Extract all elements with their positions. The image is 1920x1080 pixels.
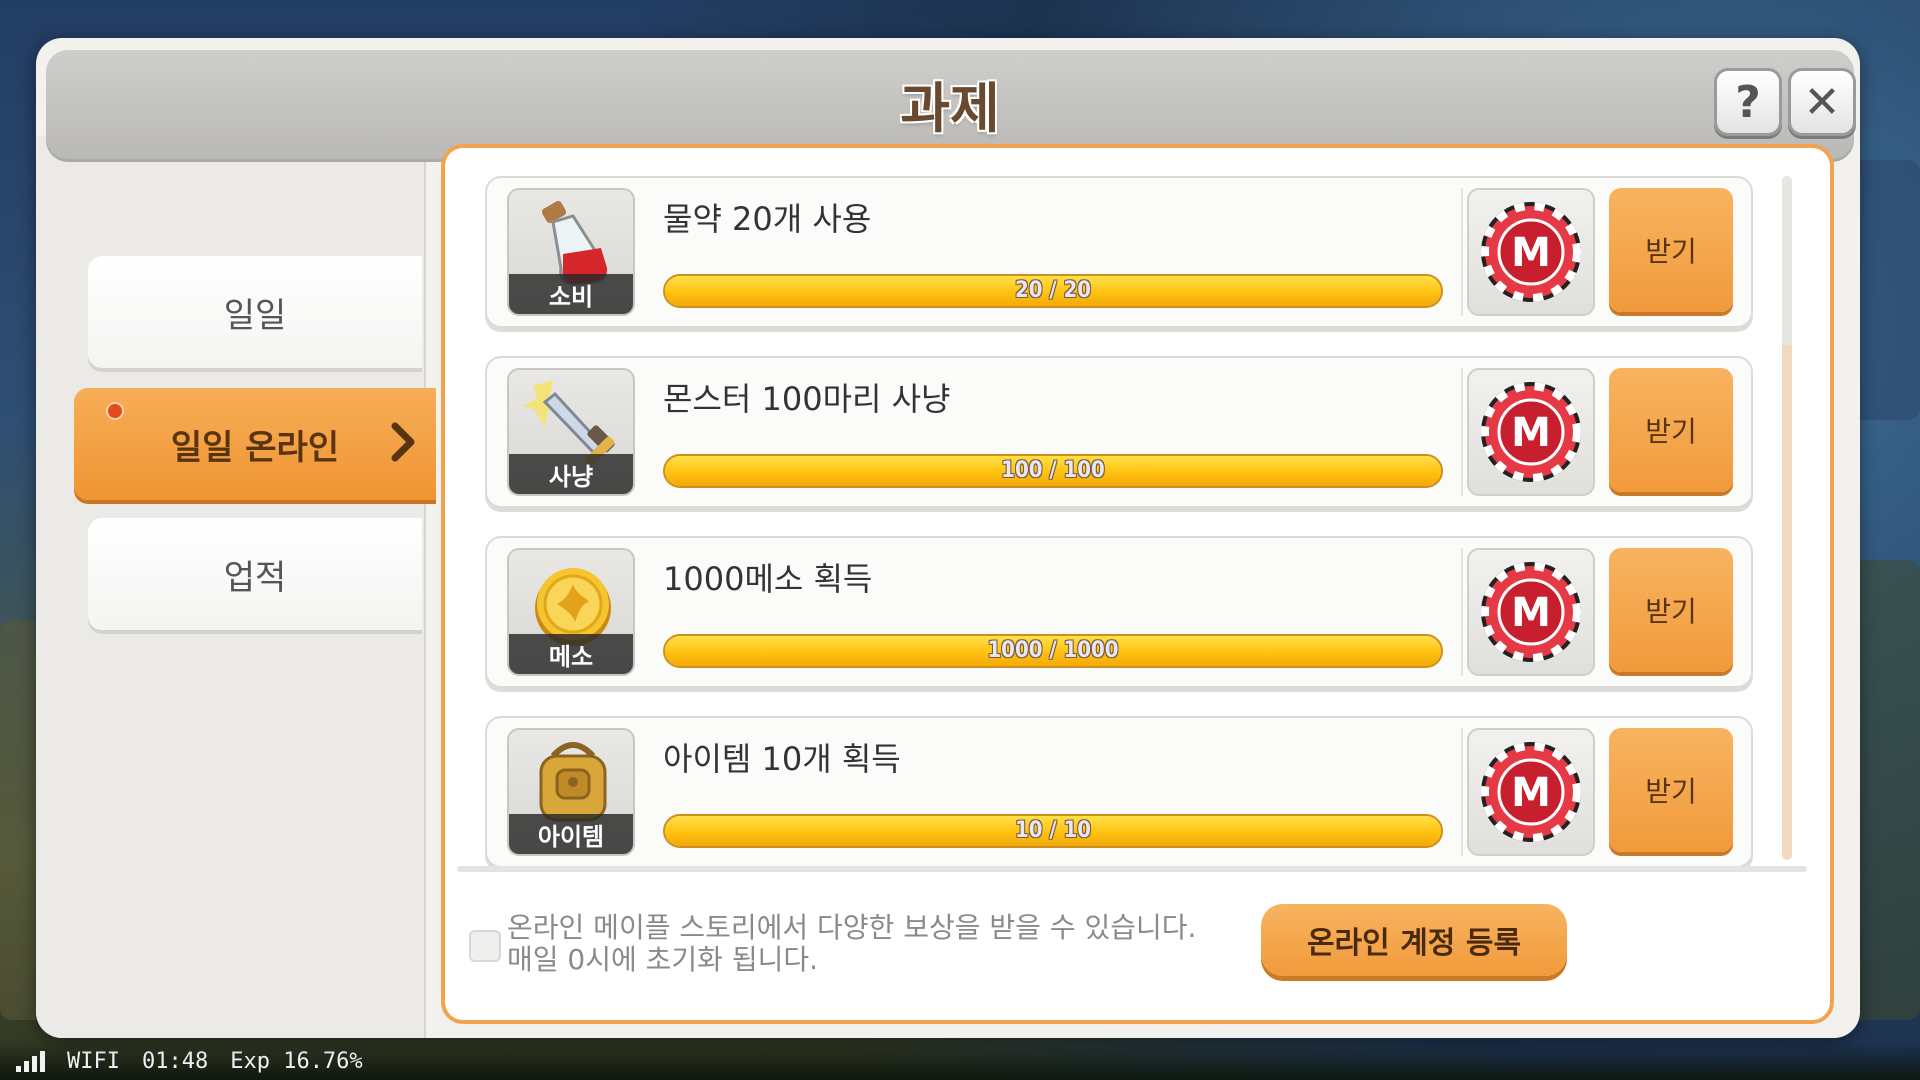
- tab-label: 업적: [223, 557, 287, 598]
- network-label: WIFI: [67, 1048, 120, 1074]
- quest-list[interactable]: 소비 물약 20개 사용 20 / 20 M 받기 사냥 몬스터 100마리 사…: [485, 176, 1753, 871]
- quest-dialog: 일일 일일 온라인 업적 과제 ? ✕ 소비 물약 20개 사용 20 / 20…: [36, 38, 1860, 1038]
- reward-box: M: [1467, 728, 1595, 856]
- quest-category: 사냥: [509, 454, 633, 494]
- meso-chip-icon: M: [1481, 562, 1581, 662]
- svg-text:M: M: [1511, 590, 1551, 636]
- divider: [1461, 728, 1463, 856]
- chevron-right-icon: [391, 422, 415, 462]
- register-label: 온라인 계정 등록: [1306, 926, 1522, 961]
- claim-label: 받기: [1645, 775, 1697, 808]
- quest-icon-box: 소비: [507, 188, 635, 316]
- quest-title: 1000메소 획득: [663, 560, 873, 598]
- progress-text: 100 / 100: [1001, 458, 1105, 483]
- quest-category: 소비: [509, 274, 633, 314]
- quest-row: 메소 1000메소 획득 1000 / 1000 M 받기: [485, 536, 1753, 688]
- quest-progress-bar: 20 / 20: [663, 274, 1443, 308]
- quest-row: 소비 물약 20개 사용 20 / 20 M 받기: [485, 176, 1753, 328]
- svg-text:M: M: [1511, 410, 1551, 456]
- scrollbar-thumb[interactable]: [1782, 176, 1792, 346]
- quest-icon-box: 메소: [507, 548, 635, 676]
- exp-readout: Exp 16.76%: [230, 1048, 363, 1074]
- quest-progress-bar: 100 / 100: [663, 454, 1443, 488]
- help-button[interactable]: ?: [1714, 68, 1782, 136]
- footer-info-line: 매일 0시에 초기화 됩니다.: [507, 943, 819, 976]
- signal-icon: [16, 1050, 45, 1072]
- divider: [1461, 188, 1463, 316]
- claim-button[interactable]: 받기: [1609, 368, 1733, 492]
- dialog-title: 과제: [900, 77, 1000, 140]
- quest-title: 아이템 10개 획득: [663, 740, 901, 778]
- quest-progress-bar: 10 / 10: [663, 814, 1443, 848]
- claim-button[interactable]: 받기: [1609, 728, 1733, 852]
- meso-chip-icon: M: [1481, 742, 1581, 842]
- claim-label: 받기: [1645, 595, 1697, 628]
- sword-icon: [523, 380, 615, 466]
- divider: [1461, 368, 1463, 496]
- quest-title: 몬스터 100마리 사냥: [663, 380, 951, 418]
- progress-text: 20 / 20: [1014, 278, 1092, 303]
- sidebar: 일일 일일 온라인 업적: [36, 136, 436, 1038]
- close-icon: ✕: [1803, 76, 1841, 128]
- scrollbar[interactable]: [1782, 176, 1792, 860]
- tab-achievements[interactable]: 업적: [88, 518, 422, 630]
- quest-icon-box: 사냥: [507, 368, 635, 496]
- clock: 01:48: [141, 1048, 209, 1074]
- divider: [457, 866, 1807, 872]
- tab-label: 일일 온라인: [170, 427, 340, 468]
- tab-label: 일일: [223, 295, 287, 336]
- footer-info-line: 온라인 메이플 스토리에서 다양한 보상을 받을 수 있습니다.: [507, 911, 1197, 944]
- divider: [1461, 548, 1463, 676]
- register-online-account-button[interactable]: 온라인 계정 등록: [1261, 904, 1567, 976]
- meso-chip-icon: M: [1481, 382, 1581, 482]
- quest-category: 메소: [509, 634, 633, 674]
- potion-icon: [541, 201, 608, 286]
- notification-dot: [106, 402, 124, 420]
- footer-info: 온라인 메이플 스토리에서 다양한 보상을 받을 수 있습니다. 매일 0시에 …: [507, 912, 1196, 976]
- claim-button[interactable]: 받기: [1609, 188, 1733, 312]
- claim-button[interactable]: 받기: [1609, 548, 1733, 672]
- meso-chip-icon: M: [1481, 202, 1581, 302]
- progress-text: 10 / 10: [1014, 818, 1092, 843]
- quest-title: 물약 20개 사용: [663, 200, 872, 238]
- svg-text:M: M: [1511, 230, 1551, 276]
- quest-panel: 소비 물약 20개 사용 20 / 20 M 받기 사냥 몬스터 100마리 사…: [441, 144, 1834, 1024]
- quest-row: 사냥 몬스터 100마리 사냥 100 / 100 M 받기: [485, 356, 1753, 508]
- quest-progress-bar: 1000 / 1000: [663, 634, 1443, 668]
- coin-icon: [535, 568, 611, 646]
- close-button[interactable]: ✕: [1788, 68, 1856, 136]
- claim-label: 받기: [1645, 235, 1697, 268]
- reward-box: M: [1467, 188, 1595, 316]
- reward-box: M: [1467, 548, 1595, 676]
- reward-box: M: [1467, 368, 1595, 496]
- backpack-icon: [539, 742, 607, 822]
- quest-icon-box: 아이템: [507, 728, 635, 856]
- device-status-bar: WIFI 01:48 Exp 16.76%: [0, 1042, 1920, 1080]
- footer-checkbox[interactable]: [469, 930, 501, 962]
- quest-row: 아이템 아이템 10개 획득 10 / 10 M 받기: [485, 716, 1753, 868]
- quest-category: 아이템: [509, 814, 633, 854]
- tab-daily[interactable]: 일일: [88, 256, 422, 368]
- svg-text:M: M: [1511, 770, 1551, 816]
- help-icon: ?: [1735, 76, 1761, 128]
- claim-label: 받기: [1645, 415, 1697, 448]
- progress-text: 1000 / 1000: [987, 638, 1119, 663]
- tab-daily-online[interactable]: 일일 온라인: [74, 388, 436, 500]
